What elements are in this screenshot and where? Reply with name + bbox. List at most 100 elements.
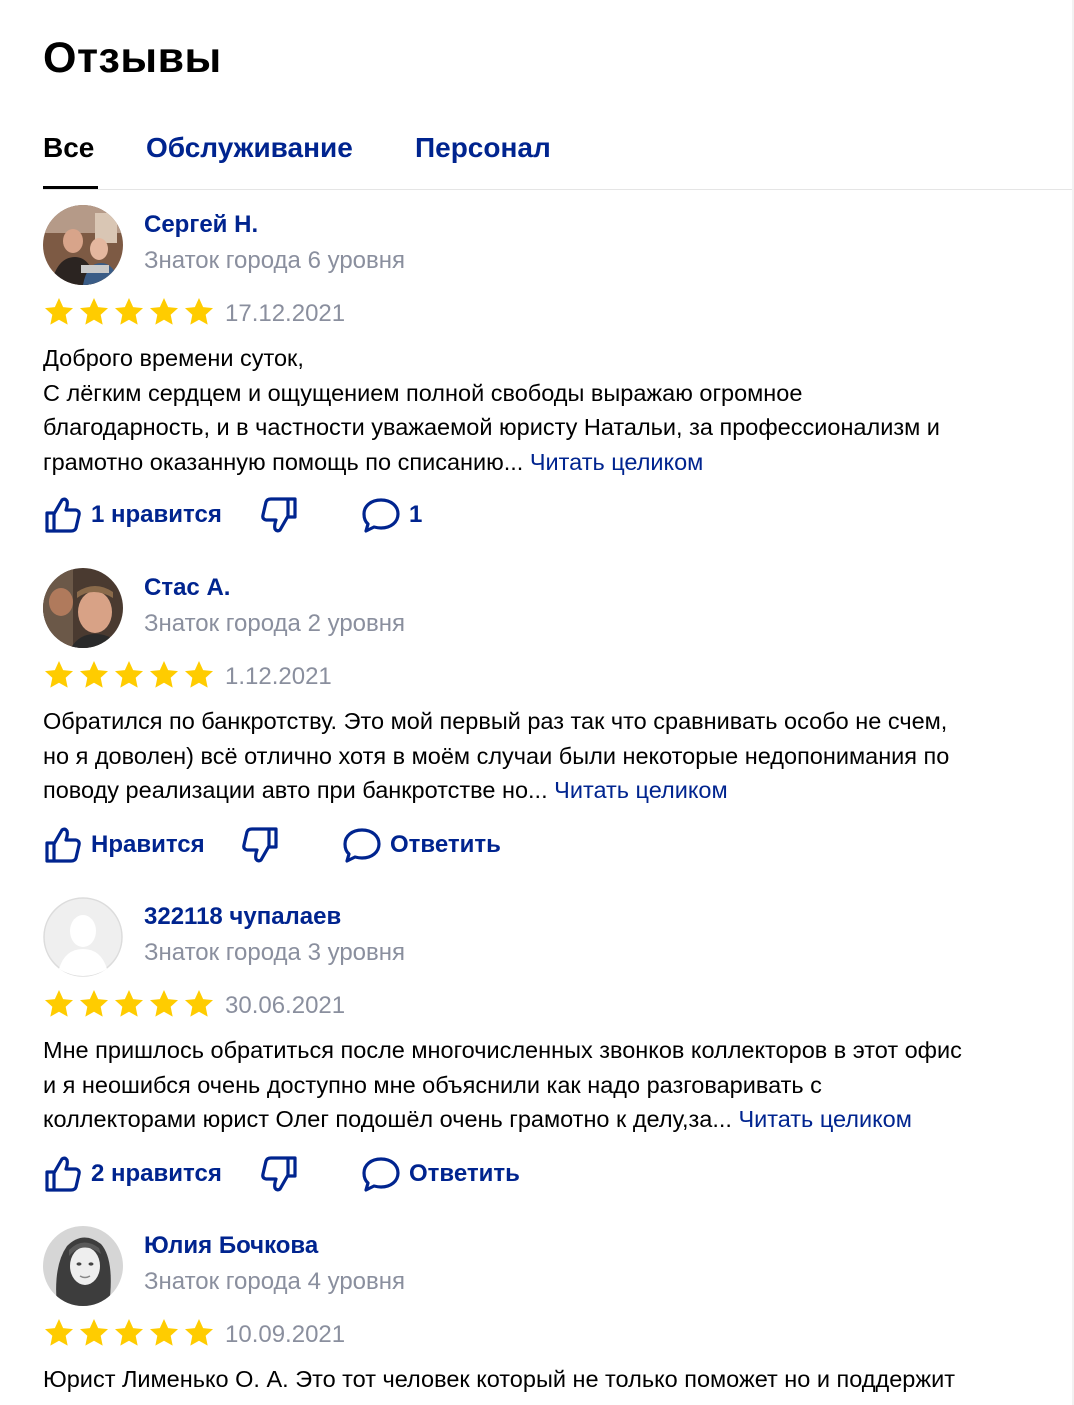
star-icon: [150, 298, 178, 325]
author-name[interactable]: Сергей Н.: [144, 211, 258, 239]
dislike-button[interactable]: [240, 823, 280, 867]
like-label: Нравится: [91, 831, 205, 858]
thumbs-down-icon: [261, 497, 297, 533]
read-more-link[interactable]: Читать целиком: [554, 777, 727, 803]
like-label: 2 нравится: [91, 1160, 222, 1187]
star-icon: [150, 1319, 178, 1346]
review-date: 1.12.2021: [225, 663, 332, 690]
star-icon: [185, 661, 213, 688]
review-line: С лёгким сердцем и ощущением полной своб…: [43, 379, 803, 406]
review-text: Мне пришлось обратиться после многочисле…: [43, 1033, 1073, 1137]
read-more-link[interactable]: Читать целиком: [738, 1106, 911, 1132]
like-button[interactable]: 1 нравится: [43, 493, 222, 537]
default-avatar-icon: [43, 897, 123, 977]
review-text: Юрист Лименько О. А. Это тот человек кот…: [43, 1362, 1073, 1397]
star-icon: [115, 298, 143, 325]
star-icon: [80, 1319, 108, 1346]
reply-label: Ответить: [409, 1160, 520, 1187]
tab-service[interactable]: Обслуживание: [146, 132, 353, 164]
dislike-button[interactable]: [259, 1152, 299, 1196]
rating-stars: [43, 659, 215, 693]
reviews-page: Отзывы Все Обслуживание Персонал Сергей …: [0, 0, 1074, 1405]
author-level: Знаток города 6 уровня: [144, 247, 406, 274]
review-line: коллекторами юрист Олег подошёл очень гр…: [43, 1106, 732, 1132]
comment-button[interactable]: 1: [361, 493, 422, 537]
reply-label: Ответить: [390, 831, 501, 858]
tab-label: Обслуживание: [146, 132, 353, 163]
like-label: 1 нравится: [91, 501, 222, 528]
page-title: Отзывы: [43, 34, 222, 82]
star-icon: [45, 661, 73, 688]
review-line-last: коллекторами юрист Олег подошёл очень гр…: [43, 1102, 1073, 1137]
rating-stars: [43, 296, 215, 330]
comment-bubble-icon: [362, 1157, 400, 1192]
review-line: благодарность, и в частности уважаемой ю…: [43, 414, 940, 440]
read-more-link[interactable]: Читать целиком: [530, 449, 703, 475]
star-icon: [80, 298, 108, 325]
like-button[interactable]: Нравится: [43, 823, 205, 867]
review-line-last: грамотно оказанную помощь по списанию...…: [43, 445, 1073, 480]
star-icon: [185, 298, 213, 325]
star-icon: [185, 1319, 213, 1346]
star-icon: [150, 990, 178, 1017]
star-icon: [80, 661, 108, 688]
review-line: Доброго времени суток,: [43, 345, 304, 371]
thumbs-up-icon: [45, 827, 81, 863]
review-card: Сергей Н. Знаток города 6 уровня 17.12.2…: [43, 205, 1074, 535]
rating-stars: [43, 1317, 215, 1351]
review-date: 10.09.2021: [225, 1321, 346, 1348]
review-line: Юрист Лименько О. А. Это тот человек кот…: [43, 1366, 955, 1392]
review-text: Обратился по банкротству. Это мой первый…: [43, 704, 1073, 808]
star-icon: [185, 990, 213, 1017]
review-line-last: поводу реализации авто при банкротстве н…: [43, 773, 1073, 808]
review-line: грамотно оказанную помощь по списанию...: [43, 448, 524, 475]
star-icon: [45, 1319, 73, 1346]
review-card: Стас А. Знаток города 2 уровня 1.12.2021…: [43, 568, 1074, 868]
tab-label: Персонал: [415, 132, 551, 163]
star-icon: [80, 990, 108, 1017]
review-line: но я доволен) всё отлично хотя в моём сл…: [43, 742, 950, 769]
comment-bubble-icon: [362, 498, 400, 533]
star-icon: [115, 1319, 143, 1346]
review-line: Обратился по банкротству. Это мой первый…: [43, 708, 948, 734]
review-line: поводу реализации авто при банкротстве н…: [43, 777, 548, 803]
author-level: Знаток города 3 уровня: [144, 939, 406, 966]
review-card: Юлия Бочкова Знаток города 4 уровня 10.0…: [43, 1226, 1074, 1405]
thumbs-up-icon: [45, 1156, 81, 1192]
author-level: Знаток города 2 уровня: [144, 610, 406, 637]
reply-button[interactable]: Ответить: [342, 823, 501, 867]
star-icon: [150, 661, 178, 688]
review-date: 30.06.2021: [225, 992, 346, 1019]
review-line: Мне пришлось обратиться после многочисле…: [43, 1037, 962, 1063]
star-icon: [45, 990, 73, 1017]
reply-button[interactable]: Ответить: [361, 1152, 520, 1196]
user-photo-icon: [43, 568, 123, 648]
rating-stars: [43, 988, 215, 1022]
dislike-button[interactable]: [259, 493, 299, 537]
thumbs-up-icon: [45, 497, 81, 533]
thumbs-down-icon: [261, 1156, 297, 1192]
avatar[interactable]: [43, 568, 123, 648]
like-button[interactable]: 2 нравится: [43, 1152, 222, 1196]
author-name[interactable]: 322118 чупалаев: [144, 903, 341, 931]
avatar[interactable]: [43, 897, 123, 977]
tab-label: Все: [43, 132, 95, 163]
user-photo-icon: [43, 205, 123, 285]
review-text: Доброго времени суток, С лёгким сердцем …: [43, 341, 1073, 479]
star-icon: [45, 298, 73, 325]
author-name[interactable]: Юлия Бочкова: [144, 1232, 318, 1260]
user-photo-icon: [43, 1226, 123, 1306]
star-icon: [115, 661, 143, 688]
star-icon: [115, 990, 143, 1017]
review-card: 322118 чупалаев Знаток города 3 уровня 3…: [43, 897, 1074, 1197]
review-line: и я неошибся очень доступно мне объяснил…: [43, 1071, 822, 1098]
author-name[interactable]: Стас А.: [144, 574, 230, 602]
thumbs-down-icon: [242, 827, 278, 863]
avatar[interactable]: [43, 205, 123, 285]
tab-staff[interactable]: Персонал: [415, 132, 551, 164]
comment-bubble-icon: [343, 828, 381, 863]
author-level: Знаток города 4 уровня: [144, 1268, 406, 1295]
comment-label: 1: [409, 501, 423, 528]
tab-all[interactable]: Все: [43, 132, 98, 190]
avatar[interactable]: [43, 1226, 123, 1306]
